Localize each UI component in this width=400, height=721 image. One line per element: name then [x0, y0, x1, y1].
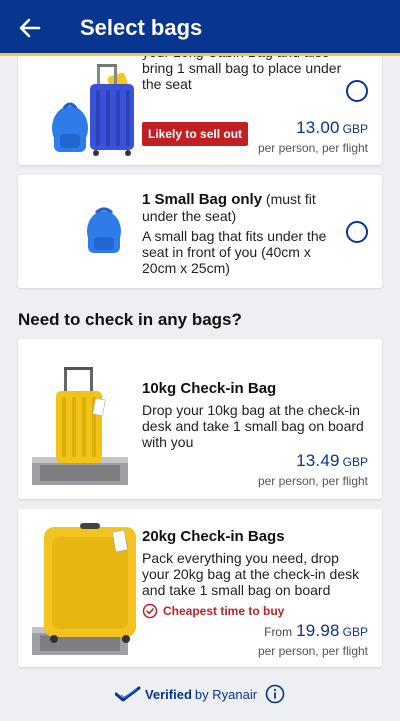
bag-option-checkin-10kg[interactable]: 10kg Check-in Bag Drop your 10kg bag at …	[18, 339, 382, 499]
header-accent-stripe	[0, 53, 400, 56]
app-header: Select bags	[0, 0, 400, 56]
price-currency: GBP	[342, 455, 368, 469]
small-bag-radio[interactable]	[346, 221, 368, 243]
checkin10-price: 13.49 GBP per person, per flight	[258, 451, 368, 488]
checkin20-text: 20kg Check-in Bags Pack everything you n…	[142, 528, 368, 599]
price-amount: 19.98	[296, 621, 340, 640]
suitcase-10kg-image	[32, 367, 128, 485]
checkin-section-title: Need to check in any bags?	[18, 310, 242, 329]
cheapest-label: Cheapest time to buy	[163, 604, 285, 618]
verified-label: Verified	[144, 686, 192, 702]
small-bag-text: 1 Small Bag only (must fit under the sea…	[142, 191, 342, 276]
price-amount: 13.00	[296, 118, 340, 137]
back-button[interactable]	[0, 0, 60, 56]
bag-option-small-bag[interactable]: 1 Small Bag only (must fit under the sea…	[18, 175, 382, 288]
priority-radio[interactable]	[346, 80, 368, 102]
price-per-label: per person, per flight	[257, 474, 368, 488]
verified-check-icon	[114, 686, 141, 702]
cheapest-badge: Cheapest time to buy	[142, 603, 284, 619]
price-currency: GBP	[342, 625, 368, 639]
verified-by-label: by Ryanair	[194, 686, 258, 702]
arrow-left-icon	[19, 18, 41, 38]
checkin10-text: 10kg Check-in Bag Drop your 10kg bag at …	[142, 380, 368, 451]
price-per-label: per person, per flight	[257, 141, 368, 155]
price-currency: GBP	[342, 122, 368, 136]
info-icon[interactable]	[265, 684, 285, 704]
small-bag-title: 1 Small Bag only	[142, 191, 263, 208]
price-amount: 13.49	[296, 451, 340, 470]
priority-price: 13.00 GBP per person, per flight	[258, 118, 368, 155]
checkin20-description: Pack everything you need, drop your 20kg…	[142, 550, 360, 598]
page-title: Select bags	[80, 15, 203, 40]
price-per-label: per person, per flight	[257, 644, 368, 658]
checkin20-title: 20kg Check-in Bags	[142, 528, 285, 545]
verified-by-ryanair: Verified by Ryanair	[0, 684, 400, 704]
small-backpack-image	[87, 207, 121, 253]
checkin20-price: From 19.98 GBP per person, per flight	[258, 621, 368, 658]
price-from-label: From	[264, 625, 293, 639]
sell-out-badge: Likely to sell out	[142, 122, 249, 146]
checkin10-description: Drop your 10kg bag at the check-in desk …	[142, 402, 364, 450]
check-circle-icon	[142, 603, 158, 619]
suitcase-20kg-image	[32, 523, 136, 655]
bag-option-checkin-20kg[interactable]: 20kg Check-in Bags Pack everything you n…	[18, 509, 382, 667]
small-bag-description: A small bag that fits under the seat in …	[142, 228, 327, 276]
checkin10-title: 10kg Check-in Bag	[142, 380, 277, 397]
